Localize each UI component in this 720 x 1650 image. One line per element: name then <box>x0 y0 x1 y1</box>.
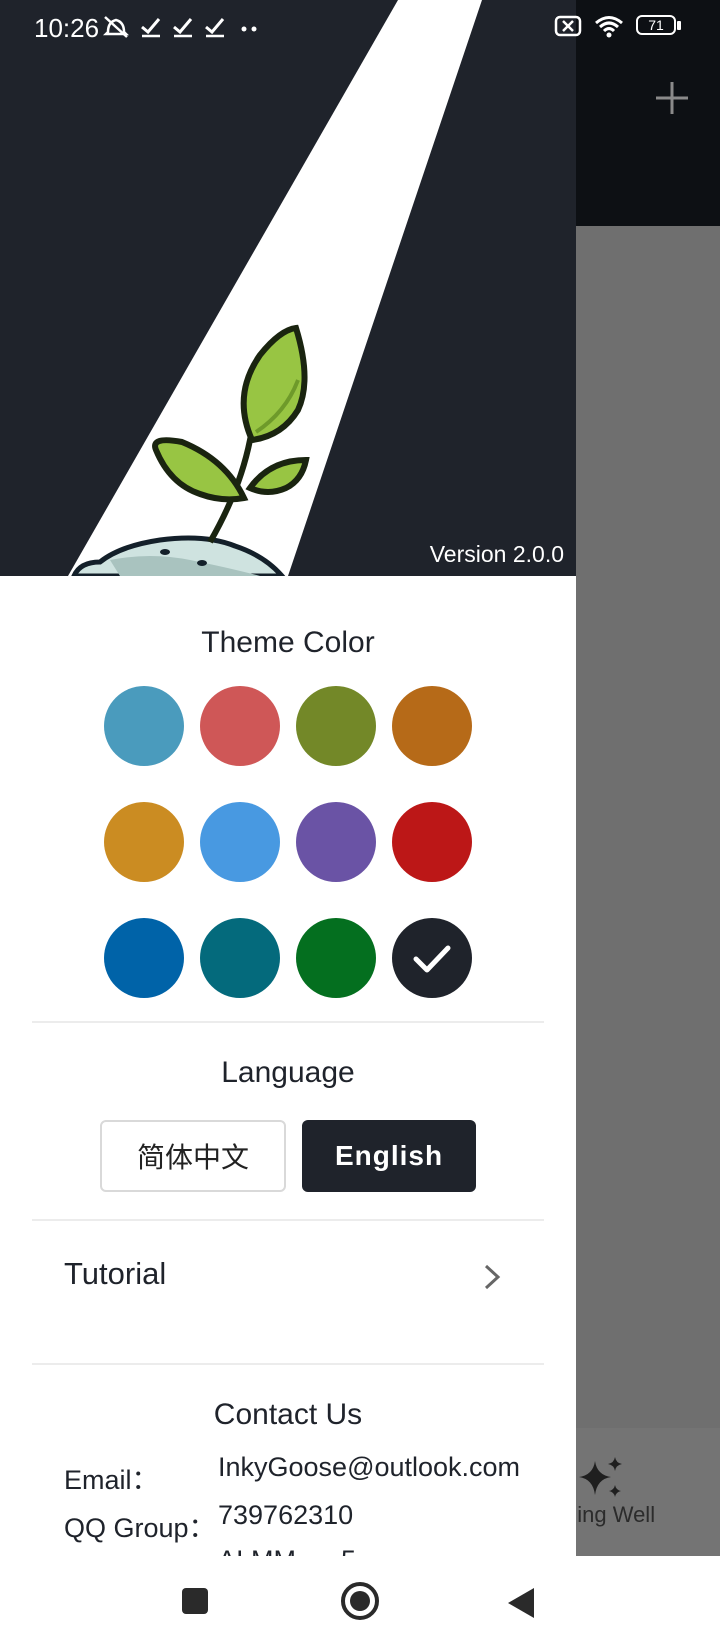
partial-contact-line: AI MM......5 <box>218 1545 356 1556</box>
email-value[interactable]: InkyGoose@outlook.com <box>218 1452 520 1483</box>
theme-color-swatch[interactable] <box>392 686 472 766</box>
task-check-icon <box>205 18 225 38</box>
tutorial-row[interactable]: Tutorial <box>32 1226 544 1326</box>
theme-color-swatch[interactable] <box>104 802 184 882</box>
theme-color-swatch[interactable] <box>200 918 280 998</box>
recents-square-icon[interactable] <box>180 1586 210 1616</box>
alarm-muted-icon <box>102 16 130 38</box>
theme-color-title: Theme Color <box>201 626 375 659</box>
theme-color-swatch[interactable] <box>296 686 376 766</box>
more-notifications-icon <box>241 26 257 32</box>
add-icon[interactable] <box>652 78 692 118</box>
home-circle-icon[interactable] <box>340 1581 380 1621</box>
tutorial-label: Tutorial <box>64 1256 167 1291</box>
task-check-icon <box>173 18 193 38</box>
status-time: 10:26 <box>34 13 100 43</box>
divider <box>32 1219 544 1221</box>
theme-color-swatch[interactable] <box>296 802 376 882</box>
language-chinese-button[interactable]: 简体中文 <box>100 1120 286 1192</box>
language-title: Language <box>221 1056 355 1089</box>
contact-title: Contact Us <box>213 1398 363 1431</box>
status-bar: 10:26 71 <box>0 0 720 54</box>
sparkle-icon[interactable] <box>575 1455 627 1501</box>
task-check-icon <box>141 18 161 38</box>
qq-group-label: QQ Group： <box>64 1513 216 1543</box>
email-label: Email： <box>64 1465 159 1495</box>
battery-icon: 71 <box>636 15 682 37</box>
battery-level: 71 <box>648 17 664 33</box>
system-navigation-bar <box>0 1556 720 1650</box>
divider <box>32 1021 544 1023</box>
chevron-right-icon <box>484 1264 501 1290</box>
qq-group-value[interactable]: 739762310 <box>218 1500 353 1531</box>
wifi-icon <box>595 16 623 38</box>
language-english-button[interactable]: English <box>302 1120 476 1192</box>
version-label: Version 2.0.0 <box>429 541 564 567</box>
theme-color-swatch[interactable] <box>296 918 376 998</box>
no-sim-icon <box>554 15 582 37</box>
background-tab-label[interactable]: ning Well <box>565 1502 655 1528</box>
theme-color-swatch[interactable] <box>104 686 184 766</box>
theme-color-swatch[interactable] <box>104 918 184 998</box>
theme-color-swatch[interactable] <box>392 918 472 998</box>
settings-drawer: Version 2.0.0 Theme Color Language 简体中文 … <box>0 0 576 1556</box>
theme-color-swatch[interactable] <box>392 802 472 882</box>
sprout-illustration <box>68 0 482 576</box>
check-icon <box>413 945 451 973</box>
hero-banner: Version 2.0.0 <box>0 0 576 576</box>
back-triangle-icon[interactable] <box>506 1586 536 1620</box>
divider <box>32 1363 544 1365</box>
theme-color-swatch[interactable] <box>200 802 280 882</box>
theme-color-swatch[interactable] <box>200 686 280 766</box>
